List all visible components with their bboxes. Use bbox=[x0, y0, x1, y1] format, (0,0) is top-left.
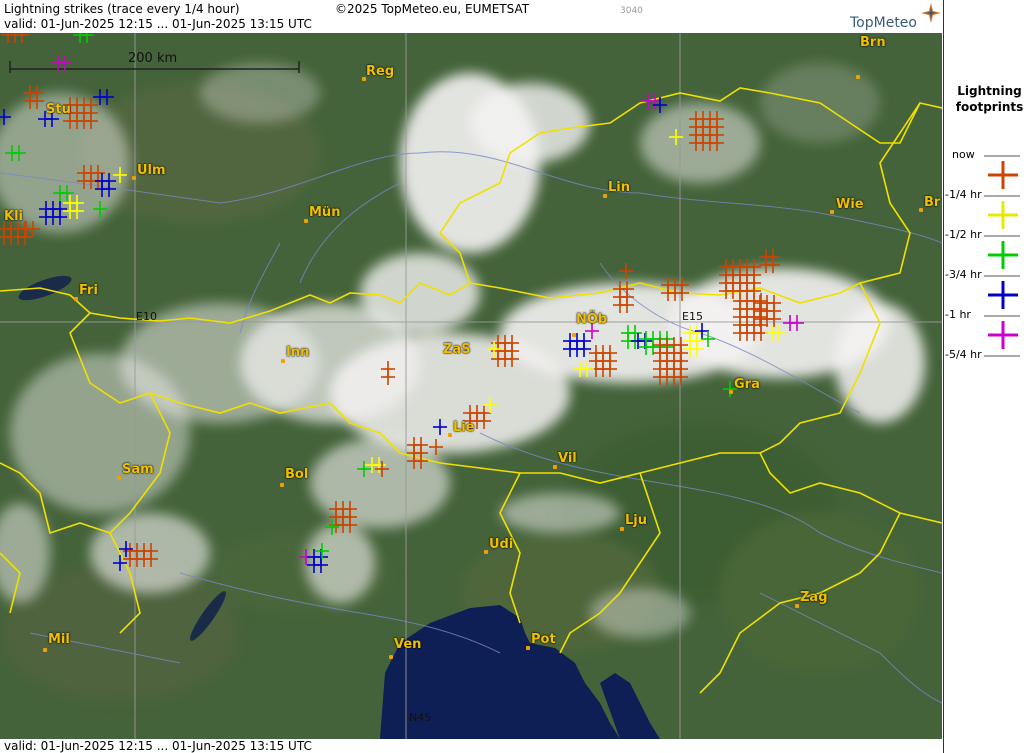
city-label: Ulm bbox=[137, 163, 166, 178]
city-label: ZaS bbox=[443, 342, 471, 357]
grid-label-e10: E10 bbox=[136, 310, 157, 323]
city-label: Vil bbox=[558, 451, 577, 466]
city-marker bbox=[729, 390, 733, 394]
city-marker bbox=[830, 210, 834, 214]
city-marker bbox=[856, 75, 860, 79]
city-marker bbox=[553, 465, 557, 469]
city-label: Lju bbox=[625, 513, 647, 528]
footer-valid-period: valid: 01-Jun-2025 12:15 ... 01-Jun-2025… bbox=[4, 739, 312, 753]
satellite-map[interactable]: 200 km E10 E15 N45 Brn Reg Stu Ulm Lin M… bbox=[0, 33, 942, 739]
city-label: Lin bbox=[608, 180, 630, 195]
city-label: Reg bbox=[366, 64, 395, 79]
legend-label-now: now bbox=[952, 148, 975, 161]
city-label: Fri bbox=[79, 283, 98, 298]
map-footer: valid: 01-Jun-2025 12:15 ... 01-Jun-2025… bbox=[0, 739, 942, 753]
topmeteo-logo-icon bbox=[921, 3, 941, 23]
city-marker bbox=[795, 604, 799, 608]
legend-swatch-hour bbox=[984, 315, 1020, 349]
city-marker bbox=[280, 483, 284, 487]
legend-label-three-quarter: -3/4 hr bbox=[945, 268, 982, 281]
city-label: Lie bbox=[453, 420, 475, 435]
legend-label-half: -1/2 hr bbox=[945, 228, 982, 241]
city-marker bbox=[389, 655, 393, 659]
city-label: Brn bbox=[860, 35, 886, 50]
city-label: Ven bbox=[394, 637, 422, 652]
city-label: Br bbox=[924, 195, 941, 210]
valid-period: valid: 01-Jun-2025 12:15 ... 01-Jun-2025… bbox=[4, 17, 312, 31]
city-label: Mil bbox=[48, 632, 70, 647]
city-marker bbox=[919, 208, 923, 212]
city-label: Pot bbox=[531, 632, 556, 647]
map-title: Lightning strikes (trace every 1/4 hour) bbox=[4, 2, 240, 16]
city-label: Wie bbox=[836, 197, 864, 212]
city-marker bbox=[132, 176, 136, 180]
city-label: Mün bbox=[309, 205, 341, 220]
legend-title-line1: Lightning bbox=[957, 84, 1022, 98]
city-marker bbox=[484, 550, 488, 554]
city-marker bbox=[448, 433, 452, 437]
city-label: Inn bbox=[286, 345, 310, 360]
city-label: Zag bbox=[800, 590, 828, 605]
city-label: Stu bbox=[46, 102, 71, 117]
grid-label-n45: N45 bbox=[409, 711, 432, 724]
legend-swatch-quarter bbox=[984, 195, 1020, 229]
city-marker bbox=[620, 527, 624, 531]
scale-label: 200 km bbox=[128, 51, 178, 66]
city-marker bbox=[281, 359, 285, 363]
city-label: Udi bbox=[489, 537, 514, 552]
image-code: 3040 bbox=[620, 6, 643, 16]
city-marker bbox=[74, 297, 78, 301]
topmeteo-logo-text: TopMeteo bbox=[850, 15, 917, 31]
city-marker bbox=[304, 219, 308, 223]
legend-swatch-now bbox=[984, 155, 1020, 189]
legend-line-five-quarter bbox=[984, 355, 1020, 357]
grid-label-e15: E15 bbox=[682, 310, 703, 323]
city-label: Sam bbox=[122, 462, 154, 477]
copyright-text: ©2025 TopMeteo.eu, EUMETSAT bbox=[335, 2, 530, 16]
legend-title-line2: footprints bbox=[955, 100, 1024, 114]
city-marker bbox=[526, 646, 530, 650]
map-header: Lightning strikes (trace every 1/4 hour)… bbox=[0, 0, 942, 33]
city-marker bbox=[603, 194, 607, 198]
city-label: Gra bbox=[734, 377, 760, 392]
legend-label-five-quarter: -5/4 hr bbox=[945, 348, 982, 361]
city-label: Kli bbox=[4, 209, 23, 224]
city-label: Bol bbox=[285, 467, 309, 482]
legend-label-hour: -1 hr bbox=[945, 308, 971, 321]
map-canvas bbox=[0, 33, 942, 739]
city-marker bbox=[572, 333, 576, 337]
legend-swatch-half bbox=[984, 235, 1020, 269]
city-marker bbox=[43, 648, 47, 652]
legend-label-quarter: -1/4 hr bbox=[945, 188, 982, 201]
city-label: NÖb bbox=[576, 312, 608, 327]
legend-panel: Lightning footprints now -1/4 hr -1/2 hr… bbox=[943, 0, 1034, 753]
legend-swatch-three-quarter bbox=[984, 275, 1020, 309]
city-marker bbox=[117, 476, 121, 480]
